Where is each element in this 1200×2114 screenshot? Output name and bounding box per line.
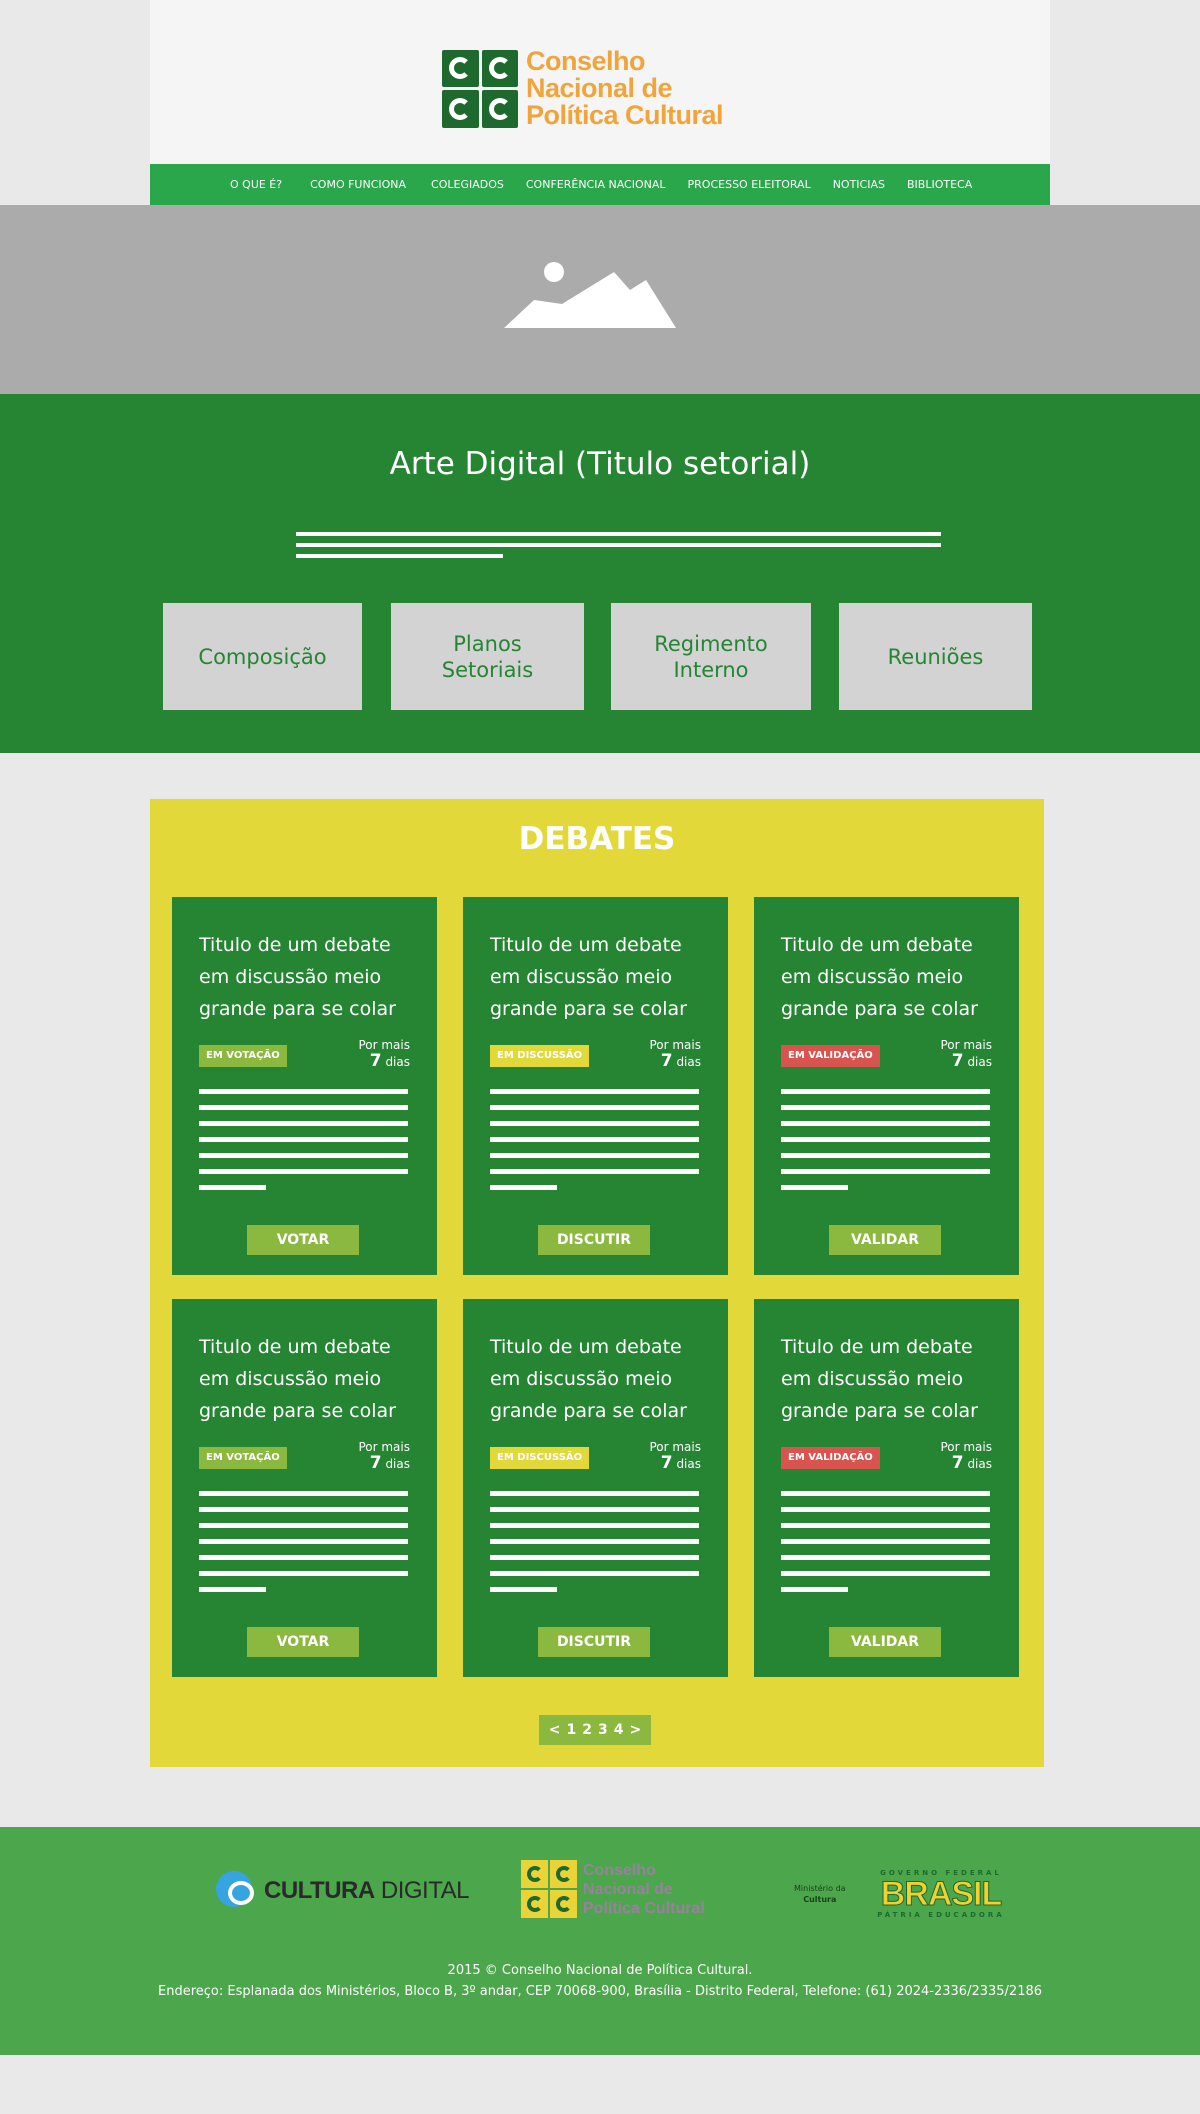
address-text: Endereço: Esplanada dos Ministérios, Blo… [157, 1984, 1043, 1999]
logo-text-line: Política Cultural [526, 100, 724, 130]
main-nav: O QUE É? COMO FUNCIONA COLEGIADOS CONFER… [150, 164, 1050, 205]
days-remaining: Por mais 7 dias [940, 1037, 992, 1070]
days-prefix: Por mais [358, 1440, 410, 1454]
debate-card: Titulo de um debate em discussão meio gr… [463, 897, 728, 1275]
nav-item-noticias[interactable]: NOTICIAS [833, 178, 885, 191]
debate-title[interactable]: Titulo de um debate em discussão meio gr… [781, 1331, 1001, 1427]
debate-card: Titulo de um debate em discussão meio gr… [172, 897, 437, 1275]
gov-brasil-text: BRASIL [880, 1875, 1003, 1913]
discutir-button[interactable]: DISCUTIR [538, 1627, 650, 1657]
days-suffix: dias [967, 1457, 992, 1471]
sector-title: Arte Digital (Titulo setorial) [389, 446, 811, 482]
debate-title[interactable]: Titulo de um debate em discussão meio gr… [199, 1331, 419, 1427]
nav-item-biblioteca[interactable]: BIBLIOTECA [907, 178, 972, 191]
cnpc-footer-logo[interactable]: Conselho Nacional de Política Cultural [521, 1860, 705, 1918]
debate-card: Titulo de um debate em discussão meio gr… [754, 897, 1019, 1275]
votar-button[interactable]: VOTAR [247, 1627, 359, 1657]
cultura-digital-light: DIGITAL [380, 1877, 470, 1904]
days-suffix: dias [676, 1055, 701, 1069]
pagination: < 1 2 3 4 > [539, 1715, 651, 1745]
logo-mark-icon [521, 1860, 577, 1918]
ministerio-line: Cultura [803, 1895, 837, 1904]
days-value: 7 [951, 1453, 964, 1473]
pagination-page-1[interactable]: 1 [567, 1722, 577, 1738]
reunioes-button[interactable]: Reuniões [839, 603, 1032, 710]
cnpc-line: Política Cultural [583, 1899, 705, 1917]
days-value: 7 [660, 1453, 673, 1473]
image-placeholder-icon [504, 262, 676, 328]
validar-button[interactable]: VALIDAR [829, 1225, 941, 1255]
logo-text: Conselho Nacional de Política Cultural [526, 46, 724, 130]
days-suffix: dias [385, 1055, 410, 1069]
regimento-interno-button[interactable]: Regimento Interno [611, 603, 811, 710]
days-suffix: dias [676, 1457, 701, 1471]
debate-title[interactable]: Titulo de um debate em discussão meio gr… [781, 929, 1001, 1025]
days-prefix: Por mais [940, 1038, 992, 1052]
status-badge: EM VALIDAÇÃO [781, 1447, 880, 1469]
pagination-page-4[interactable]: 4 [614, 1722, 624, 1738]
logo-text-line: Nacional de [526, 73, 673, 103]
sector-section: Arte Digital (Titulo setorial) Composiçã… [0, 394, 1200, 753]
debates-section: DEBATES Titulo de um debate em discussão… [150, 799, 1044, 1767]
nav-item-processo-eleitoral[interactable]: PROCESSO ELEITORAL [688, 178, 811, 191]
ministerio-cultura-logo[interactable]: Ministério da Cultura [794, 1883, 846, 1905]
days-value: 7 [369, 1453, 382, 1473]
days-remaining: Por mais 7 dias [940, 1439, 992, 1472]
days-prefix: Por mais [358, 1038, 410, 1052]
status-badge: EM VALIDAÇÃO [781, 1045, 880, 1067]
days-prefix: Por mais [649, 1038, 701, 1052]
days-remaining: Por mais 7 dias [649, 1439, 701, 1472]
days-value: 7 [660, 1051, 673, 1071]
pagination-next[interactable]: > [630, 1722, 642, 1738]
site-logo[interactable]: Conselho Nacional de Política Cultural [442, 46, 724, 130]
cnpc-line: Conselho [583, 1861, 656, 1879]
status-badge: EM VOTAÇÃO [199, 1045, 287, 1067]
status-badge: EM DISCUSSÃO [490, 1045, 590, 1067]
debate-title[interactable]: Titulo de um debate em discussão meio gr… [490, 1331, 710, 1427]
debate-card: Titulo de um debate em discussão meio gr… [754, 1299, 1019, 1677]
cultura-digital-logo[interactable]: CULTURA DIGITAL [216, 1871, 469, 1911]
debate-title[interactable]: Titulo de um debate em discussão meio gr… [490, 929, 710, 1025]
copyright-text: 2015 © Conselho Nacional de Política Cul… [447, 1963, 753, 1978]
site-footer: CULTURA DIGITAL Conselho Nacional de Pol… [0, 1827, 1200, 2055]
status-badge: EM DISCUSSÃO [490, 1447, 590, 1469]
days-remaining: Por mais 7 dias [358, 1439, 410, 1472]
debate-card: Titulo de um debate em discussão meio gr… [172, 1299, 437, 1677]
planos-setoriais-button[interactable]: Planos Setoriais [391, 603, 584, 710]
discutir-button[interactable]: DISCUTIR [538, 1225, 650, 1255]
governo-federal-logo[interactable]: GOVERNO FEDERAL BRASIL PÁTRIA EDUCADORA [873, 1869, 1009, 1919]
days-prefix: Por mais [940, 1440, 992, 1454]
site-header: Conselho Nacional de Política Cultural [150, 0, 1050, 164]
days-suffix: dias [385, 1457, 410, 1471]
days-suffix: dias [967, 1055, 992, 1069]
status-badge: EM VOTAÇÃO [199, 1447, 287, 1469]
pagination-page-3[interactable]: 3 [598, 1722, 608, 1738]
nav-item-o-que-e[interactable]: O QUE É? [230, 178, 282, 191]
debate-title[interactable]: Titulo de um debate em discussão meio gr… [199, 929, 419, 1025]
chat-bubble-icon [216, 1871, 260, 1911]
votar-button[interactable]: VOTAR [247, 1225, 359, 1255]
days-value: 7 [951, 1051, 964, 1071]
pagination-page-2[interactable]: 2 [582, 1722, 592, 1738]
days-remaining: Por mais 7 dias [358, 1037, 410, 1070]
validar-button[interactable]: VALIDAR [829, 1627, 941, 1657]
gov-bottom-text: PÁTRIA EDUCADORA [877, 1911, 1005, 1919]
days-prefix: Por mais [649, 1440, 701, 1454]
cnpc-line: Nacional de [583, 1880, 673, 1898]
nav-item-como-funciona[interactable]: COMO FUNCIONA [310, 178, 406, 191]
composicao-button[interactable]: Composição [163, 603, 362, 710]
logo-mark-icon [442, 49, 518, 128]
days-remaining: Por mais 7 dias [649, 1037, 701, 1070]
days-value: 7 [369, 1051, 382, 1071]
hero-image-placeholder [0, 205, 1200, 394]
nav-item-colegiados[interactable]: COLEGIADOS [431, 178, 504, 191]
logo-text-line: Conselho [526, 46, 646, 76]
cultura-digital-bold: CULTURA [264, 1877, 375, 1904]
debates-title: DEBATES [518, 821, 676, 857]
debate-card: Titulo de um debate em discussão meio gr… [463, 1299, 728, 1677]
nav-item-conferencia-nacional[interactable]: CONFERÊNCIA NACIONAL [526, 178, 666, 191]
ministerio-line: Ministério da [794, 1884, 846, 1893]
pagination-prev[interactable]: < [549, 1722, 561, 1738]
